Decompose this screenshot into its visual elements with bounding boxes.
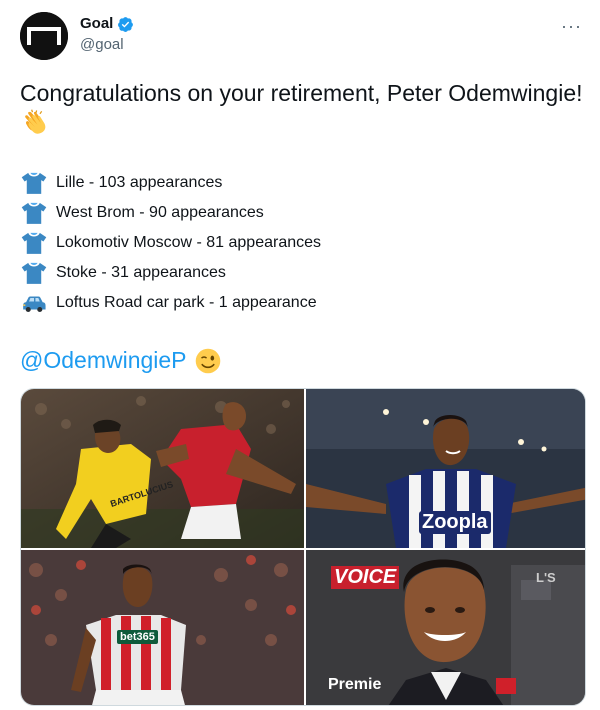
goal-logo-icon bbox=[20, 12, 68, 60]
goal-avatar[interactable] bbox=[20, 12, 68, 60]
board-ls-text: L'S bbox=[536, 570, 556, 585]
display-name[interactable]: Goal bbox=[80, 14, 113, 34]
photo-portrait[interactable]: VOICE Premie L'S bbox=[306, 550, 585, 705]
photo-lille-match[interactable]: BARTOLUCIUS bbox=[21, 389, 304, 548]
board-premier-text: Premie bbox=[328, 676, 382, 693]
winking-face-emoji-icon bbox=[195, 348, 220, 373]
account-names: Goal @goal bbox=[80, 14, 134, 55]
list-item: Lokomotiv Moscow - 81 appearances bbox=[20, 228, 321, 258]
photo-stoke[interactable]: bet365 bbox=[21, 550, 304, 705]
tshirt-emoji-icon bbox=[20, 259, 48, 287]
appearances-list: Lille - 103 appearances West Brom - 90 a… bbox=[20, 168, 321, 318]
tweet-headline: Congratulations on your retirement, Pete… bbox=[20, 80, 583, 106]
handle[interactable]: @goal bbox=[80, 35, 134, 55]
shirt-sponsor-text: Zoopla bbox=[419, 511, 491, 534]
verified-badge-icon bbox=[118, 16, 134, 32]
list-item: Loftus Road car park - 1 appearance bbox=[20, 288, 321, 318]
stoke-photo-image bbox=[21, 550, 304, 705]
tshirt-emoji-icon bbox=[20, 199, 48, 227]
more-options-icon[interactable]: ··· bbox=[561, 16, 582, 37]
mention-link[interactable]: @OdemwingieP bbox=[20, 347, 187, 374]
shirt-sponsor-text: bet365 bbox=[117, 630, 158, 644]
list-item: Lille - 103 appearances bbox=[20, 168, 321, 198]
media-grid: BARTOLUCIUS Zoopla bet365 VOICE Premie L… bbox=[20, 388, 586, 706]
tshirt-emoji-icon bbox=[20, 229, 48, 257]
tshirt-emoji-icon bbox=[20, 169, 48, 197]
list-item: Stoke - 31 appearances bbox=[20, 258, 321, 288]
match-photo-image bbox=[21, 389, 304, 548]
list-item: West Brom - 90 appearances bbox=[20, 198, 321, 228]
car-emoji-icon bbox=[20, 289, 48, 317]
tweet: Goal @goal ··· Congratulations on your r… bbox=[0, 0, 600, 710]
clapping-hands-emoji-icon bbox=[20, 108, 50, 138]
photo-west-brom[interactable]: Zoopla bbox=[306, 389, 585, 548]
board-voice-text: VOICE bbox=[331, 566, 400, 589]
mention-line: @OdemwingieP bbox=[20, 347, 221, 374]
